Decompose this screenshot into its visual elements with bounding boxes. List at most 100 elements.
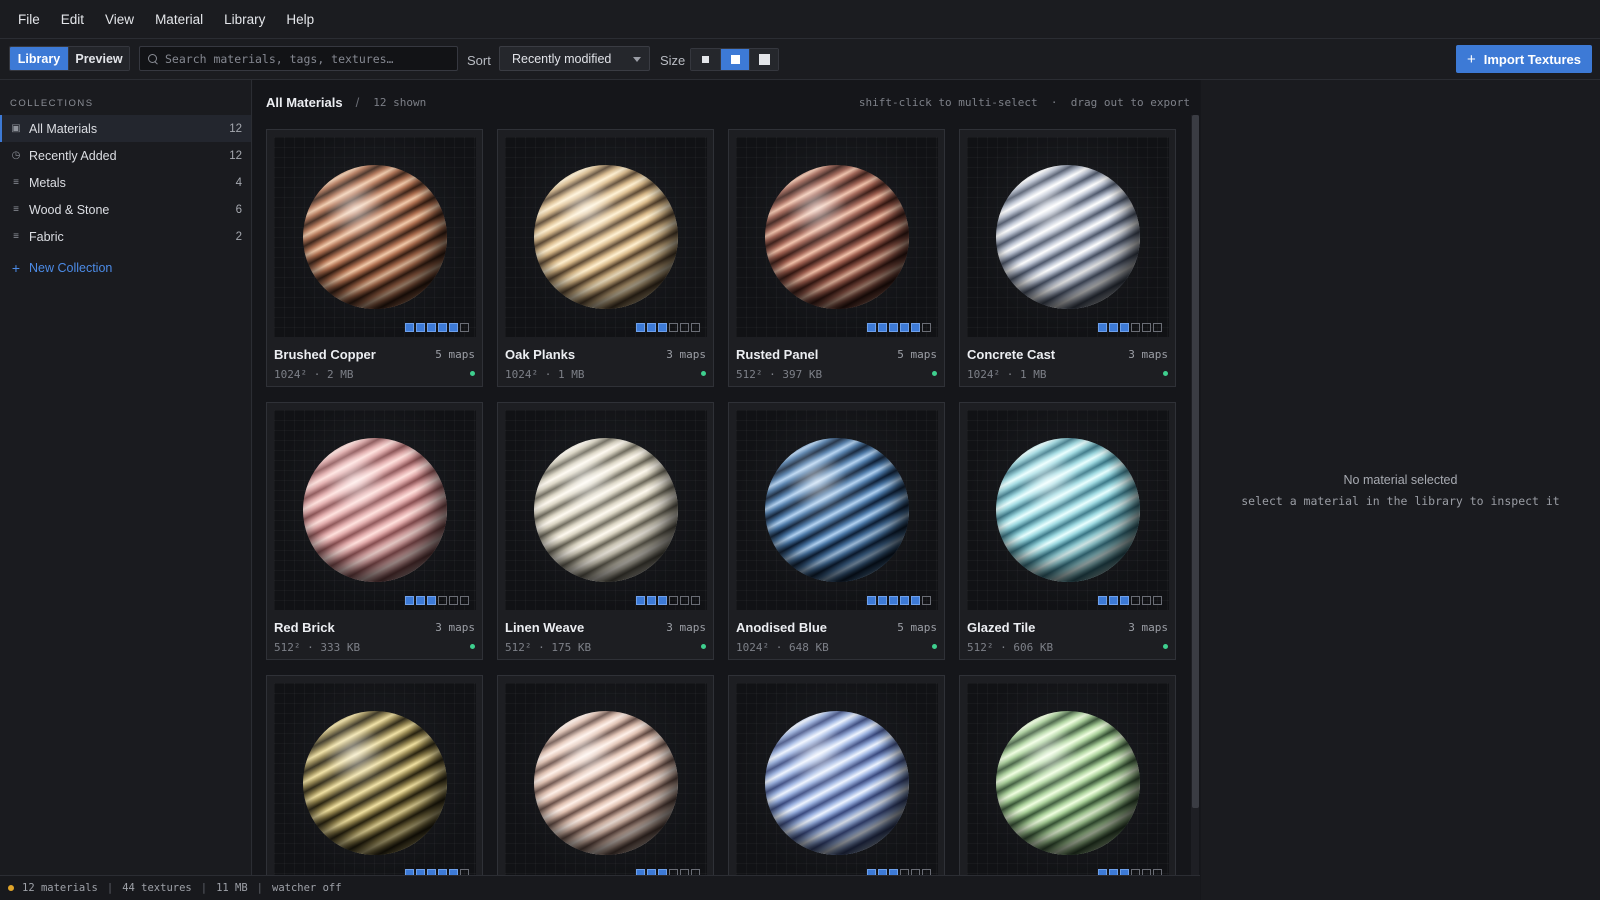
sidebar: COLLECTIONS ▣ All Materials 12 ◷ Recentl… <box>0 80 252 875</box>
texture-map-indicator <box>1142 596 1151 605</box>
material-status-dot <box>701 644 706 649</box>
material-card[interactable]: Brushed Copper 5 maps 1024² · 2 MB <box>266 129 483 387</box>
material-meta: 1024² · 1 MB <box>505 368 585 381</box>
sidebar-item-fabric[interactable]: ≡ Fabric 2 <box>0 223 251 250</box>
sidebar-item-count: 6 <box>235 203 242 216</box>
search-box <box>139 46 458 71</box>
sphere-rim <box>303 438 447 582</box>
sidebar-item-all-materials[interactable]: ▣ All Materials 12 <box>0 115 251 142</box>
material-card[interactable]: Glazed Tile 3 maps 512² · 606 KB <box>959 402 1176 660</box>
materials-grid: Brushed Copper 5 maps 1024² · 2 MB Oak P… <box>266 129 1190 875</box>
menu-view[interactable]: View <box>105 12 134 27</box>
material-card[interactable] <box>497 675 714 875</box>
material-map-count: 5 maps <box>435 348 475 361</box>
menu-file[interactable]: File <box>18 12 40 27</box>
sphere-rim <box>996 711 1140 855</box>
texture-map-indicator <box>680 323 689 332</box>
tab-library[interactable]: Library <box>10 47 68 70</box>
material-card[interactable]: Anodised Blue 5 maps 1024² · 648 KB <box>728 402 945 660</box>
new-collection-button[interactable]: + New Collection <box>0 255 251 280</box>
size-large-button[interactable] <box>749 49 778 70</box>
texture-map-indicator <box>636 596 645 605</box>
material-name: Linen Weave <box>505 620 585 635</box>
material-meta: 512² · 175 KB <box>505 641 592 654</box>
texture-map-indicator <box>416 596 425 605</box>
sort-value: Recently modified <box>512 51 612 66</box>
sphere-rim <box>534 711 678 855</box>
material-map-count: 3 maps <box>1128 621 1168 634</box>
material-meta: 1024² · 2 MB <box>274 368 354 381</box>
texture-maps-indicator <box>867 323 931 332</box>
status-separator: | <box>106 882 114 894</box>
size-small-button[interactable] <box>691 49 720 70</box>
menu-edit[interactable]: Edit <box>61 12 84 27</box>
sidebar-item-metals[interactable]: ≡ Metals 4 <box>0 169 251 196</box>
material-thumbnail <box>736 683 938 875</box>
tab-preview[interactable]: Preview <box>68 47 129 70</box>
scrollbar-thumb[interactable] <box>1192 115 1199 808</box>
material-preview-sphere <box>996 438 1140 582</box>
status-textures: 44 textures <box>122 882 192 894</box>
texture-map-indicator <box>438 323 447 332</box>
texture-map-indicator <box>658 596 667 605</box>
menu-bar: File Edit View Material Library Help <box>0 0 1600 39</box>
material-meta: 512² · 397 KB <box>736 368 823 381</box>
material-status-dot <box>1163 644 1168 649</box>
texture-map-indicator <box>416 323 425 332</box>
material-map-count: 3 maps <box>666 348 706 361</box>
sphere-rim <box>996 165 1140 309</box>
menu-material[interactable]: Material <box>155 12 203 27</box>
texture-maps-indicator <box>636 596 700 605</box>
material-card[interactable]: Linen Weave 3 maps 512² · 175 KB <box>497 402 714 660</box>
plus-icon: + <box>1466 50 1476 68</box>
material-card[interactable] <box>959 675 1176 875</box>
sphere-rim <box>534 165 678 309</box>
sidebar-item-wood-stone[interactable]: ≡ Wood & Stone 6 <box>0 196 251 223</box>
toolbar: Library Preview Sort Recently modified S… <box>0 39 1600 80</box>
material-name: Anodised Blue <box>736 620 828 635</box>
material-name: Rusted Panel <box>736 347 819 362</box>
material-card[interactable] <box>728 675 945 875</box>
size-medium-button[interactable] <box>720 49 749 70</box>
sphere-rim <box>765 165 909 309</box>
thumbnail-size-toggle <box>690 48 779 71</box>
list-icon: ≡ <box>13 231 19 242</box>
texture-map-indicator <box>669 596 678 605</box>
sidebar-item-recently-added[interactable]: ◷ Recently Added 12 <box>0 142 251 169</box>
status-bar: 12 materials | 44 textures | 11 MB | wat… <box>0 875 1200 900</box>
plus-icon: + <box>11 259 21 276</box>
material-card[interactable]: Red Brick 3 maps 512² · 333 KB <box>266 402 483 660</box>
material-card[interactable]: Rusted Panel 5 maps 512² · 397 KB <box>728 129 945 387</box>
inspector-panel: No material selected select a material i… <box>1201 80 1600 900</box>
texture-map-indicator <box>669 323 678 332</box>
material-card[interactable]: Concrete Cast 3 maps 1024² · 1 MB <box>959 129 1176 387</box>
material-thumbnail <box>274 137 476 337</box>
material-card[interactable] <box>266 675 483 875</box>
watcher-status-dot <box>8 885 14 891</box>
texture-map-indicator <box>460 596 469 605</box>
material-card[interactable]: Oak Planks 3 maps 1024² · 1 MB <box>497 129 714 387</box>
clock-icon: ◷ <box>11 150 21 161</box>
texture-map-indicator <box>647 596 656 605</box>
texture-map-indicator <box>878 596 887 605</box>
sidebar-item-label: All Materials <box>29 121 98 136</box>
texture-maps-indicator <box>405 596 469 605</box>
material-thumbnail <box>274 683 476 875</box>
breadcrumb-separator: / <box>355 94 360 110</box>
texture-map-indicator <box>1098 596 1107 605</box>
import-textures-button[interactable]: + Import Textures <box>1456 45 1592 73</box>
material-name: Concrete Cast <box>967 347 1056 362</box>
menu-help[interactable]: Help <box>286 12 314 27</box>
scrollbar[interactable] <box>1191 115 1199 875</box>
sphere-rim <box>996 438 1140 582</box>
material-thumbnail <box>505 683 707 875</box>
texture-map-indicator <box>636 323 645 332</box>
material-meta: 1024² · 648 KB <box>736 641 829 654</box>
list-icon: ≡ <box>13 204 19 215</box>
sphere-rim <box>303 711 447 855</box>
menu-library[interactable]: Library <box>224 12 265 27</box>
sort-select[interactable]: Recently modified <box>499 46 650 71</box>
search-input[interactable] <box>165 51 445 66</box>
texture-map-indicator <box>922 596 931 605</box>
material-preview-sphere <box>765 711 909 855</box>
